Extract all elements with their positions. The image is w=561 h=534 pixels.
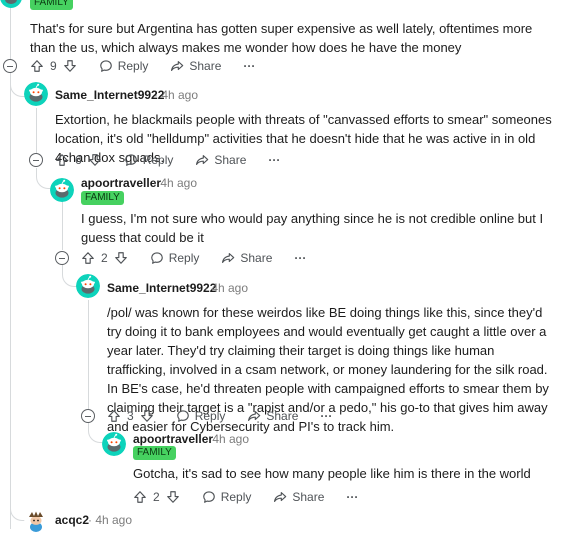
collapse-button[interactable] [3,59,17,73]
avatar[interactable] [0,0,22,8]
username[interactable]: Same_Internet9922 [107,281,216,295]
user-flair: FAMILY [133,446,176,460]
downvote-icon[interactable] [114,251,128,265]
share-label: Share [266,409,299,423]
thread-curve-4 [88,422,103,443]
vote-count: 2 [101,251,108,265]
reply-label: Reply [194,409,226,423]
more-options-button[interactable]: ··· [346,490,358,504]
share-button[interactable]: Share [221,251,272,265]
comment-text: That's for sure but Argentina has gotten… [30,21,533,55]
share-icon [273,490,287,504]
more-options-button[interactable]: ··· [243,59,255,73]
vote-group: 3 [107,409,154,423]
share-button[interactable]: Share [195,153,246,167]
share-label: Share [214,153,247,167]
comment-actions: 2 Reply Share ··· [133,487,380,507]
username[interactable]: apoortraveller [81,176,161,190]
comment-text: Gotcha, it's sad to see how many people … [133,466,531,481]
vote-count: 9 [50,59,57,73]
vote-group: 9 [30,59,77,73]
thread-line-depth2 [62,200,63,250]
downvote-icon[interactable] [140,409,154,423]
user-flair: FAMILY [81,191,124,205]
vote-count: 6 [75,153,82,167]
avatar[interactable] [24,82,48,106]
share-button[interactable]: Share [247,409,298,423]
upvote-icon[interactable] [55,153,69,167]
thread-curve-2 [36,168,51,189]
username[interactable]: apoortraveller [133,432,213,446]
avatar[interactable] [76,274,100,298]
share-label: Share [240,251,273,265]
vote-count: 3 [127,409,134,423]
reply-button[interactable]: Reply [150,251,200,265]
timestamp: · 4h ago [154,88,199,102]
more-options-button[interactable]: ··· [320,409,332,423]
comment-actions: 3 Reply Share ··· [107,406,354,426]
share-icon [247,409,261,423]
share-button[interactable]: Share [170,59,221,73]
reply-icon [99,59,113,73]
thread-line-depth3 [88,300,89,410]
reply-icon [176,409,190,423]
timestamp: · 4h ago [205,432,250,446]
vote-group: 6 [55,153,102,167]
share-icon [221,251,235,265]
upvote-icon[interactable] [81,251,95,265]
reply-label: Reply [220,490,252,504]
share-icon [170,59,184,73]
reply-label: Reply [142,153,174,167]
vote-count: 2 [153,490,160,504]
reply-icon [124,153,138,167]
reply-button[interactable]: Reply [176,409,226,423]
vote-group: 2 [81,251,128,265]
reply-label: Reply [117,59,149,73]
share-icon [195,153,209,167]
upvote-icon[interactable] [107,409,121,423]
comment-text: I guess, I'm not sure who would pay anyt… [81,211,544,245]
avatar[interactable] [50,178,74,202]
reply-icon [150,251,164,265]
thread-curve-1 [10,76,25,97]
timestamp: · 4h ago [204,281,249,295]
reply-label: Reply [168,251,200,265]
username[interactable]: acqc2 [55,513,89,527]
comment-actions: 6 Reply Share ··· [55,150,302,170]
share-label: Share [292,490,325,504]
share-button[interactable]: Share [273,490,324,504]
reply-button[interactable]: Reply [202,490,252,504]
timestamp: · 4h ago [153,176,198,190]
vote-group: 2 [133,490,180,504]
user-flair: FAMILY [30,0,73,10]
reply-button[interactable]: Reply [124,153,174,167]
avatar[interactable] [24,510,48,534]
comment-actions: 2 Reply Share ··· [81,248,328,268]
thread-curve-3 [62,262,77,287]
collapse-button[interactable] [81,409,95,423]
collapse-button[interactable] [29,153,43,167]
upvote-icon[interactable] [133,490,147,504]
share-label: Share [189,59,222,73]
thread-curve-5 [10,500,25,521]
collapse-button[interactable] [55,251,69,265]
comment-actions: 9 Reply Share ··· [30,56,277,76]
downvote-icon[interactable] [166,490,180,504]
more-options-button[interactable]: ··· [268,153,280,167]
upvote-icon[interactable] [30,59,44,73]
avatar[interactable] [102,432,126,456]
reply-button[interactable]: Reply [99,59,149,73]
more-options-button[interactable]: ··· [294,251,306,265]
downvote-icon[interactable] [63,59,77,73]
downvote-icon[interactable] [88,153,102,167]
timestamp: · 4h ago [88,513,133,527]
username[interactable]: Same_Internet9922 [55,88,164,102]
reply-icon [202,490,216,504]
